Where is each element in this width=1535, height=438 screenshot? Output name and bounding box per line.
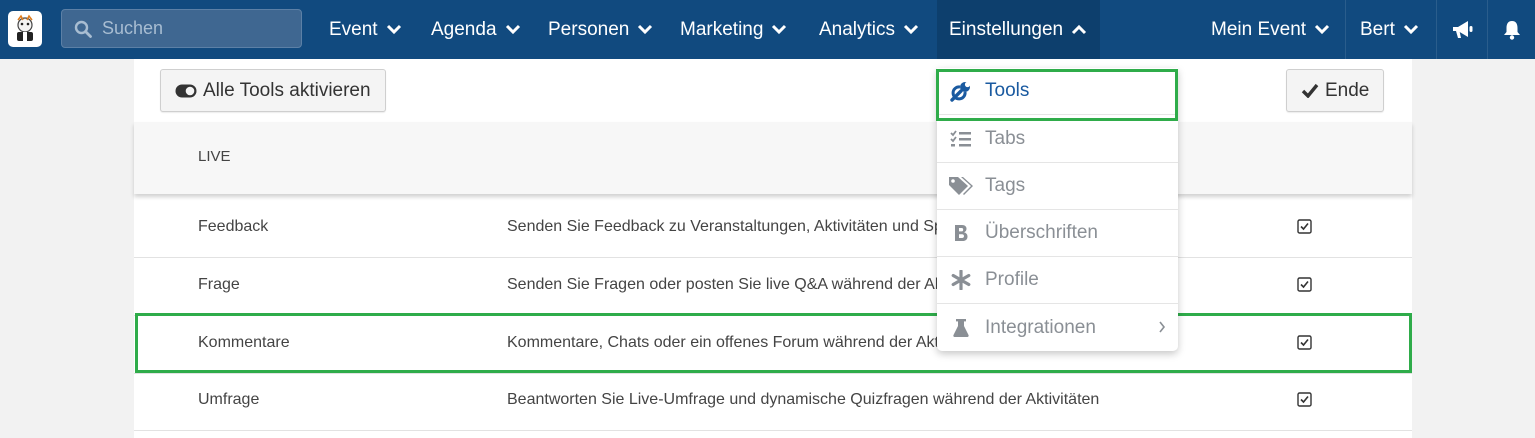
list-check-icon: [937, 130, 985, 148]
nav-mein-event[interactable]: Mein Event: [1211, 0, 1330, 59]
toggle-all-tools-label: Alle Tools aktivieren: [203, 79, 371, 101]
menu-item-profile-label: Profile: [985, 269, 1039, 290]
menu-item-highlight: [936, 69, 1178, 121]
nav-einstellungen[interactable]: Einstellungen: [937, 0, 1100, 59]
section-header-label: LIVE: [198, 148, 231, 165]
menu-item-profile[interactable]: Profile: [937, 257, 1178, 304]
table-row: Frage Senden Sie Fragen oder posten Sie …: [134, 258, 1412, 316]
flask-icon: [937, 318, 985, 338]
nav-user-label: Bert: [1360, 18, 1395, 40]
search-input[interactable]: [102, 18, 292, 39]
nav-personen-label: Personen: [548, 18, 630, 40]
checkbox-checked-icon[interactable]: [1297, 392, 1312, 412]
nav-analytics-label: Analytics: [819, 18, 896, 40]
asterisk-icon: [937, 270, 985, 290]
megaphone-icon[interactable]: [1437, 0, 1487, 59]
top-navbar: Event Agenda Personen Marketing Analytic…: [0, 0, 1535, 59]
checkbox-checked-icon[interactable]: [1297, 277, 1312, 297]
tools-panel: Alle Tools aktivieren Ende LIVE Feedback…: [134, 59, 1412, 438]
tool-name: Umfrage: [198, 391, 260, 408]
menu-item-ueberschriften-label: Überschriften: [985, 222, 1098, 243]
toggle-icon: [175, 84, 197, 98]
end-button-label: Ende: [1325, 79, 1370, 101]
bell-icon[interactable]: [1488, 0, 1535, 59]
table-row: Feedback Senden Sie Feedback zu Veransta…: [134, 200, 1412, 258]
chevron-down-icon: [771, 24, 787, 35]
chevron-down-icon: [1314, 24, 1330, 35]
nav-mein-event-label: Mein Event: [1211, 18, 1307, 40]
menu-item-tags-label: Tags: [985, 175, 1026, 196]
nav-divider: [1345, 0, 1346, 59]
nav-event[interactable]: Event: [329, 0, 402, 59]
chevron-down-icon: [637, 24, 653, 35]
nav-event-label: Event: [329, 18, 378, 40]
menu-item-ueberschriften[interactable]: Überschriften: [937, 210, 1178, 257]
chevron-up-icon: [1071, 24, 1087, 35]
app-logo[interactable]: [8, 11, 42, 47]
search-icon: [72, 18, 94, 40]
search-box[interactable]: [61, 9, 302, 48]
nav-agenda[interactable]: Agenda: [431, 0, 521, 59]
nav-marketing-label: Marketing: [680, 18, 764, 40]
menu-item-tabs[interactable]: Tabs: [937, 116, 1178, 163]
row-highlight: [135, 313, 1412, 373]
end-button[interactable]: Ende: [1286, 69, 1385, 112]
tool-description: Beantworten Sie Live-Umfrage und dynamis…: [507, 391, 1100, 408]
tool-description: Senden Sie Feedback zu Veranstaltungen, …: [507, 218, 952, 235]
nav-analytics[interactable]: Analytics: [819, 0, 919, 59]
bold-icon: [937, 223, 985, 243]
tool-name: Feedback: [198, 218, 269, 235]
tags-icon: [937, 176, 985, 196]
chevron-down-icon: [903, 24, 919, 35]
tool-name: Frage: [198, 276, 240, 293]
chevron-down-icon: [1403, 24, 1419, 35]
menu-item-tags[interactable]: Tags: [937, 163, 1178, 210]
nav-personen[interactable]: Personen: [548, 0, 653, 59]
section-header: LIVE: [134, 122, 1412, 194]
menu-item-integrationen-label: Integrationen: [985, 316, 1096, 338]
tool-description: Senden Sie Fragen oder posten Sie live Q…: [507, 276, 948, 293]
menu-item-tabs-label: Tabs: [985, 128, 1026, 149]
chevron-down-icon: [505, 24, 521, 35]
nav-user-menu[interactable]: Bert: [1360, 0, 1419, 59]
toggle-all-tools-button[interactable]: Alle Tools aktivieren: [160, 69, 386, 112]
chevron-down-icon: [386, 24, 402, 35]
checkbox-checked-icon[interactable]: [1297, 219, 1312, 239]
nav-agenda-label: Agenda: [431, 18, 497, 40]
nav-marketing[interactable]: Marketing: [680, 0, 787, 59]
menu-item-integrationen[interactable]: Integrationen: [937, 304, 1178, 351]
check-icon: [1301, 83, 1319, 98]
nav-einstellungen-label: Einstellungen: [949, 18, 1064, 40]
table-row: Umfrage Beantworten Sie Live-Umfrage und…: [134, 374, 1412, 431]
chevron-right-icon: [1158, 318, 1166, 340]
